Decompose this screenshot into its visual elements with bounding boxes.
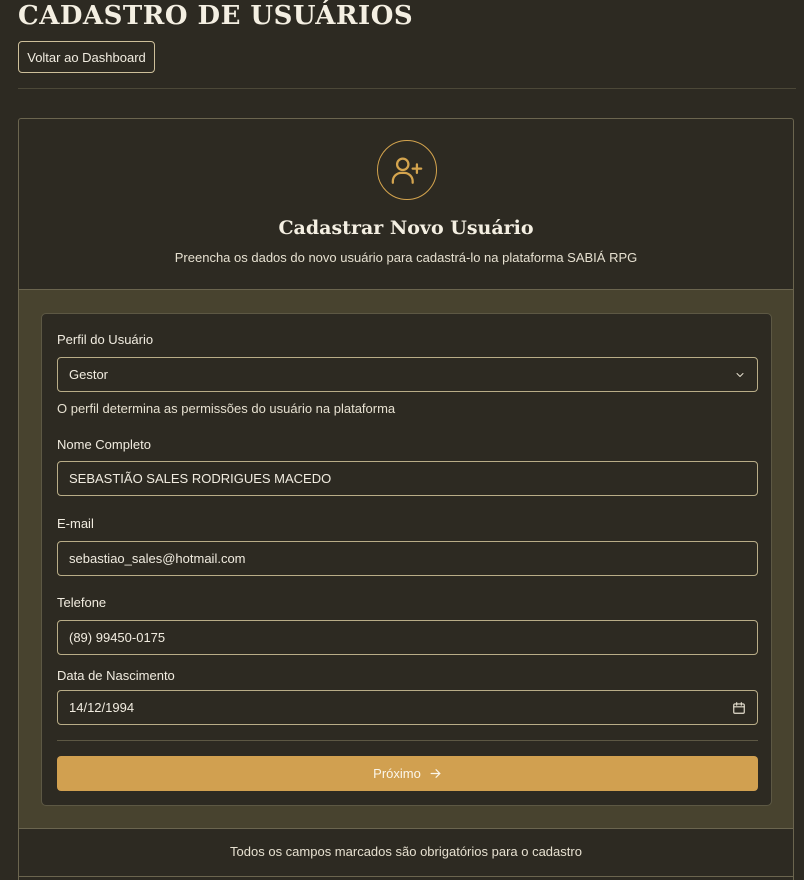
profile-select-value: Gestor xyxy=(69,367,109,382)
name-field[interactable]: SEBASTIÃO SALES RODRIGUES MACEDO xyxy=(57,461,758,496)
name-label: Nome Completo xyxy=(57,437,151,452)
card-title: Cadastrar Novo Usuário xyxy=(278,217,534,239)
card-body: Perfil do Usuário Gestor O perfil determ… xyxy=(19,290,793,829)
card-subtitle: Preencha os dados do novo usuário para c… xyxy=(174,250,638,265)
form-divider xyxy=(57,740,758,741)
email-field[interactable]: sebastiao_sales@hotmail.com xyxy=(57,541,758,576)
profile-hint: O perfil determina as permissões do usuá… xyxy=(57,401,396,416)
footer-line xyxy=(19,876,793,877)
card-header: Cadastrar Novo Usuário Preencha os dados… xyxy=(19,119,793,290)
name-field-value: SEBASTIÃO SALES RODRIGUES MACEDO xyxy=(69,471,332,486)
next-button[interactable]: Próximo xyxy=(57,756,758,791)
form-panel: Perfil do Usuário Gestor O perfil determ… xyxy=(41,313,772,806)
profile-label: Perfil do Usuário xyxy=(57,332,154,347)
email-field-value: sebastiao_sales@hotmail.com xyxy=(69,551,246,566)
page-title: CADASTRO DE USUÁRIOS xyxy=(18,1,414,31)
back-to-dashboard-button[interactable]: Voltar ao Dashboard xyxy=(18,41,155,73)
profile-select[interactable]: Gestor xyxy=(57,357,758,392)
email-label: E-mail xyxy=(57,516,94,531)
next-button-label: Próximo xyxy=(373,766,421,781)
header-divider xyxy=(18,88,796,89)
phone-field[interactable]: (89) 99450-0175 xyxy=(57,620,758,655)
calendar-icon[interactable] xyxy=(732,701,746,715)
chevron-down-icon xyxy=(736,372,744,377)
required-fields-note: Todos os campos marcados são obrigatório… xyxy=(230,844,582,859)
birthdate-field[interactable]: 14/12/1994 xyxy=(57,690,758,725)
page: CADASTRO DE USUÁRIOS Voltar ao Dashboard… xyxy=(0,0,804,880)
phone-field-value: (89) 99450-0175 xyxy=(69,630,166,645)
user-plus-icon xyxy=(391,157,423,184)
phone-label: Telefone xyxy=(57,595,107,610)
arrow-right-icon xyxy=(430,769,441,778)
birthdate-label: Data de Nascimento xyxy=(57,668,175,683)
birthdate-field-value: 14/12/1994 xyxy=(69,700,135,715)
user-plus-icon-circle xyxy=(377,140,437,200)
registration-card: Cadastrar Novo Usuário Preencha os dados… xyxy=(18,118,794,880)
